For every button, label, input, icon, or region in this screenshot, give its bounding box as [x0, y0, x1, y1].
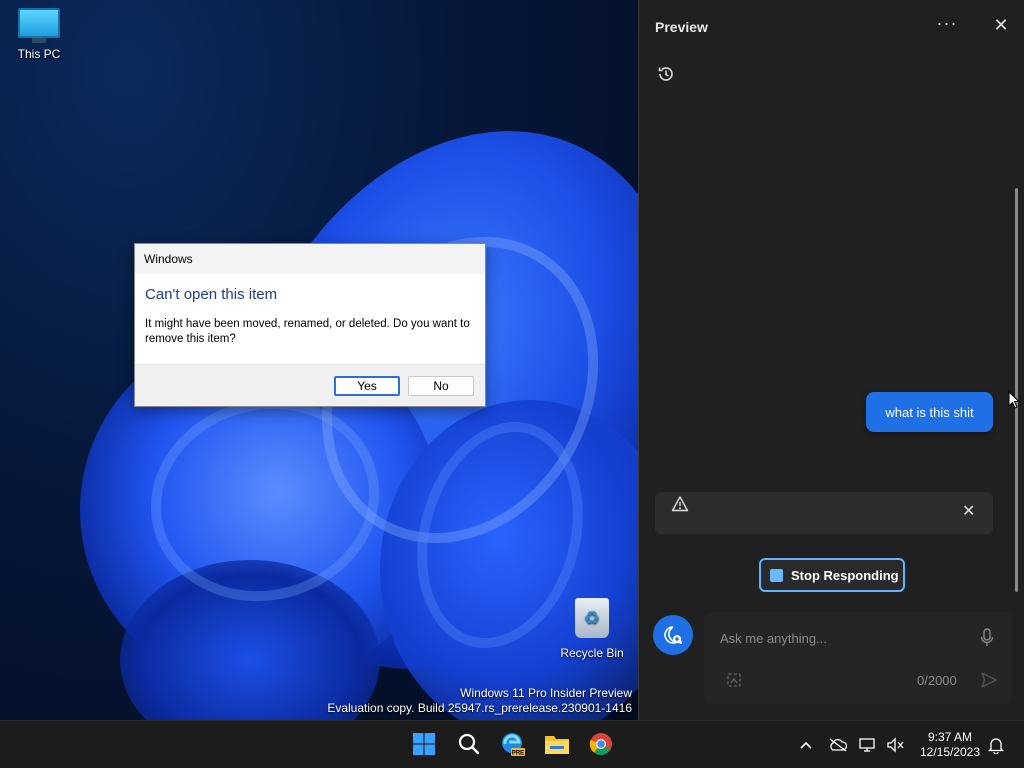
- character-count: 0/2000: [917, 673, 957, 688]
- recycle-bin-icon: ♻: [575, 598, 609, 638]
- file-explorer-taskbar-button[interactable]: [544, 731, 570, 757]
- network-tray-button[interactable]: [858, 735, 878, 755]
- cant-open-item-dialog: Windows Can't open this item It might ha…: [134, 243, 486, 407]
- more-horizontal-icon: ···: [936, 13, 958, 33]
- microphone-button[interactable]: [980, 628, 994, 648]
- taskbar: PRE 9:37 AM 12/15/2023: [0, 720, 1024, 768]
- volume-tray-button[interactable]: [886, 735, 906, 755]
- close-icon: ✕: [993, 15, 1009, 35]
- error-card: ✕: [655, 492, 993, 534]
- chat-input-box: 0/2000: [704, 612, 1012, 704]
- desktop-icon-this-pc[interactable]: This PC: [10, 8, 68, 61]
- chrome-taskbar-button[interactable]: [588, 731, 614, 757]
- send-button[interactable]: [980, 671, 998, 689]
- dialog-footer: Yes No: [135, 364, 485, 406]
- dialog-heading: Can't open this item: [145, 286, 278, 303]
- edge-icon: PRE: [502, 733, 525, 756]
- taskbar-search-button[interactable]: [456, 731, 482, 757]
- copilot-panel: Preview ··· ✕ what is this shit ✕ Stop R…: [638, 0, 1024, 720]
- warning-icon: [671, 496, 689, 512]
- onedrive-tray-button[interactable]: [828, 735, 848, 755]
- yes-button[interactable]: Yes: [334, 376, 400, 396]
- volume-muted-icon: [887, 737, 904, 753]
- close-panel-button[interactable]: ✕: [990, 14, 1012, 36]
- send-icon: [981, 672, 997, 688]
- dialog-body: Can't open this item It might have been …: [135, 274, 485, 366]
- system-clock[interactable]: 9:37 AM 12/15/2023: [916, 730, 984, 760]
- new-topic-button[interactable]: [653, 615, 693, 655]
- network-icon: [859, 738, 875, 752]
- stop-responding-button[interactable]: Stop Responding: [759, 558, 905, 592]
- edge-taskbar-button[interactable]: PRE: [500, 731, 526, 757]
- dismiss-error-button[interactable]: ✕: [962, 503, 975, 521]
- watermark-line-1: Windows 11 Pro Insider Preview: [460, 686, 632, 700]
- watermark-line-2: Evaluation copy. Build 25947.rs_prerelea…: [327, 701, 632, 715]
- clock-date: 12/15/2023: [919, 745, 981, 759]
- chevron-up-icon: [800, 741, 812, 749]
- panel-title: Preview: [655, 19, 708, 35]
- mouse-cursor-icon: [1008, 391, 1020, 409]
- desktop-icon-label: Recycle Bin: [560, 646, 624, 660]
- new-chat-icon: [664, 626, 683, 645]
- file-explorer-icon: [545, 736, 569, 754]
- search-icon: [458, 733, 480, 755]
- close-icon: ✕: [962, 503, 976, 520]
- user-message-bubble: what is this shit: [866, 392, 993, 432]
- bell-icon: [988, 738, 1004, 754]
- history-button[interactable]: [656, 64, 676, 84]
- desktop-icon-label: This PC: [17, 47, 61, 61]
- cloud-off-icon: [829, 738, 848, 752]
- dialog-message: It might have been moved, renamed, or de…: [145, 318, 470, 345]
- image-icon: [727, 673, 741, 687]
- monitor-icon: [18, 8, 60, 38]
- monitor-stand: [32, 38, 46, 43]
- history-icon: [658, 67, 673, 81]
- more-options-button[interactable]: ···: [936, 14, 958, 36]
- start-icon: [413, 733, 435, 755]
- chrome-icon: [589, 733, 612, 755]
- desktop-icon-recycle-bin[interactable]: ♻ Recycle Bin: [556, 598, 628, 660]
- scrollbar[interactable]: [1015, 188, 1018, 592]
- evaluation-watermark: Windows 11 Pro Insider Preview Evaluatio…: [327, 686, 632, 716]
- stop-responding-label: Stop Responding: [791, 567, 899, 583]
- stop-icon: [770, 568, 783, 582]
- edge-badge: PRE: [512, 750, 524, 756]
- notifications-button[interactable]: [986, 735, 1006, 755]
- dialog-title-bar[interactable]: Windows: [135, 244, 485, 274]
- start-button[interactable]: [411, 731, 437, 757]
- no-button[interactable]: No: [408, 376, 474, 396]
- microphone-icon: [980, 628, 994, 646]
- show-hidden-icons-button[interactable]: [796, 735, 816, 755]
- ask-input[interactable]: [720, 628, 960, 648]
- add-image-button[interactable]: [726, 672, 742, 688]
- clock-time: 9:37 AM: [927, 730, 973, 744]
